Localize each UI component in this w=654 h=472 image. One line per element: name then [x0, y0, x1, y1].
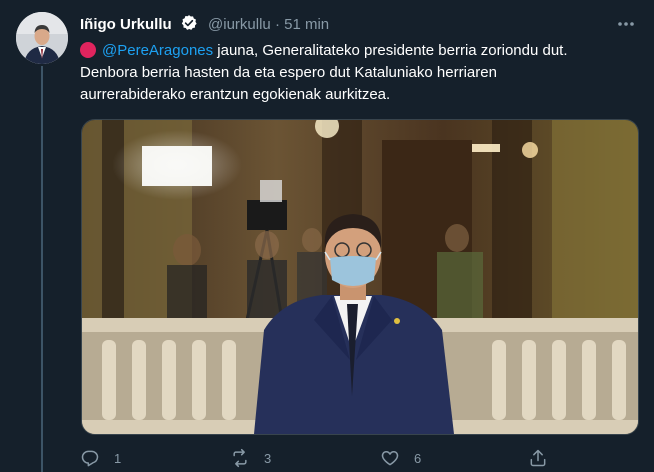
retweet-button[interactable]: 3 — [230, 444, 271, 472]
verified-badge-icon — [180, 14, 198, 38]
reply-icon — [81, 450, 99, 467]
avatar-photo — [16, 12, 68, 64]
retweet-count: 3 — [264, 450, 272, 466]
reply-count: 1 — [114, 450, 122, 466]
separator-dot: · — [274, 16, 280, 33]
like-icon — [381, 451, 399, 466]
photo-image — [82, 120, 638, 434]
author-handle[interactable]: @iurkullu — [208, 16, 271, 33]
tweet-actions: 1 3 6 — [80, 444, 560, 472]
like-button[interactable]: 6 — [380, 444, 421, 472]
author-name[interactable]: Iñigo Urkullu — [80, 16, 172, 33]
tweet-line-2: Denbora berria hasten da eta espero dut … — [80, 64, 497, 81]
tweet-line-3: aurrerabiderako erantzun egokienak aurki… — [80, 86, 391, 103]
reply-button[interactable]: 1 — [80, 444, 121, 472]
tweet-header: Iñigo Urkullu @iurkullu · 51 min — [80, 14, 634, 34]
mention-link[interactable]: @PereAragones — [102, 42, 213, 59]
tweet-line-1-text: jauna, Generalitateko presidente berria … — [213, 42, 568, 59]
tweet-text: @PereAragones jauna, Generalitateko pres… — [80, 40, 640, 106]
thread-line — [41, 66, 43, 472]
share-icon — [530, 449, 546, 467]
avatar[interactable] — [16, 12, 68, 64]
red-circle-emoji — [80, 42, 96, 58]
more-options-icon[interactable] — [616, 16, 636, 32]
tweet-photo[interactable] — [81, 119, 639, 435]
tweet-line-1: @PereAragones jauna, Generalitateko pres… — [80, 40, 640, 62]
retweet-icon — [233, 448, 247, 468]
share-button[interactable] — [528, 444, 548, 472]
timestamp[interactable]: 51 min — [284, 16, 329, 33]
like-count: 6 — [414, 450, 422, 466]
